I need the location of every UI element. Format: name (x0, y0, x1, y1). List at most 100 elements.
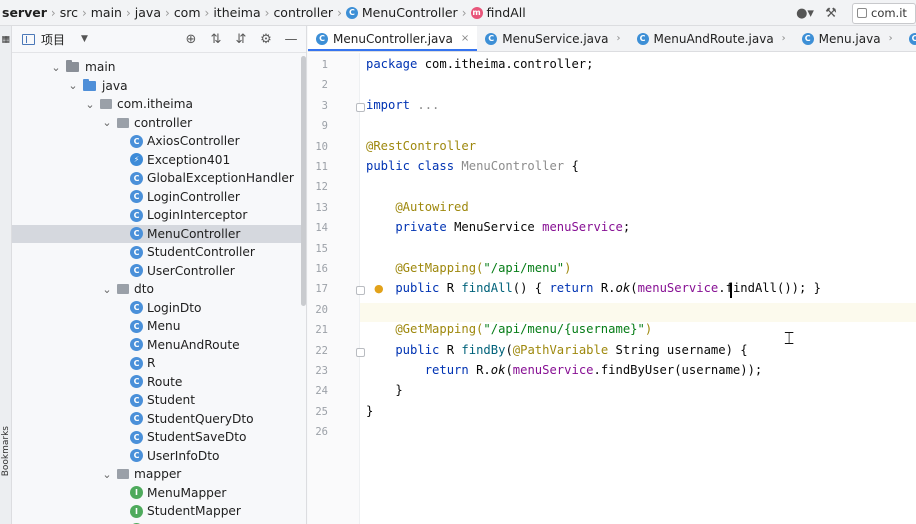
tree-file-row[interactable]: I StudentMapper (12, 502, 306, 521)
tree-item-label: Exception401 (147, 152, 231, 167)
tree-file-row[interactable]: I MenuMapper (12, 484, 306, 503)
tree-file-row[interactable]: CR (12, 354, 306, 373)
tree-file-row[interactable]: C MenuAndRoute (12, 336, 306, 355)
breadcrumb-item[interactable]: server (2, 5, 47, 20)
tree-file-row[interactable]: C StudentController (12, 243, 306, 262)
tree-folder-row[interactable]: ⌄ controller (12, 114, 306, 133)
editor-tab[interactable]: C MenuAndRoute.java › (629, 26, 794, 51)
code-token: ( (505, 342, 513, 357)
chevron-right-icon: › (616, 33, 621, 44)
tree-file-row[interactable]: C StudentQueryDto (12, 410, 306, 429)
hide-icon[interactable]: — (280, 30, 302, 50)
tree-file-row[interactable]: C LoginController (12, 188, 306, 207)
chevron-down-icon[interactable]: ⌄ (101, 116, 113, 129)
bookmarks-strip-label[interactable]: Bookmarks (1, 426, 11, 476)
tree-file-row[interactable]: C StudentSaveDto (12, 428, 306, 447)
breadcrumb-tools: ●▾ ⚒ com.it (790, 0, 916, 26)
breadcrumb-item[interactable]: itheima (213, 5, 260, 20)
tree-file-row[interactable]: C MenuController (12, 224, 306, 243)
locate-icon[interactable]: ⊕ (180, 30, 202, 50)
tree-item-label: StudentController (147, 245, 255, 260)
project-panel: 项目 ▼ ⊕ ⇅ ⇵ ⚙ — ⌄ main ⌄ java ⌄ com.itheima ⌄ co… (12, 26, 307, 524)
tree-file-row[interactable]: C Student (12, 391, 306, 410)
gear-icon[interactable]: ⚙ (255, 30, 277, 50)
method-icon: m (470, 6, 483, 19)
tree-file-row[interactable]: C LoginInterceptor (12, 206, 306, 225)
breadcrumb-separator-icon: › (50, 5, 56, 20)
editor-tab[interactable]: CRoute.› (901, 26, 916, 51)
breadcrumb-separator-icon: › (337, 5, 342, 20)
code-line: @RestController (366, 139, 476, 153)
tree-file-row[interactable]: C GlobalExceptionHandler (12, 169, 306, 188)
tree-file-row[interactable]: C UserInfoDto (12, 447, 306, 466)
collapse-all-icon[interactable]: ⇵ (230, 30, 252, 50)
tree-file-row[interactable]: C Route (12, 373, 306, 392)
chevron-down-icon[interactable]: ⌄ (101, 283, 113, 296)
class-icon: C (316, 32, 328, 45)
class-icon: C (130, 375, 143, 389)
editor-tab-label: MenuService.java (502, 31, 609, 46)
code-line: import ... (366, 98, 439, 112)
breadcrumb-item[interactable]: controller (273, 5, 333, 20)
tree-file-row[interactable]: C Menu (12, 317, 306, 336)
user-icon[interactable]: ●▾ (794, 2, 816, 24)
search-input[interactable]: com.it (852, 2, 916, 24)
class-icon: C (130, 264, 143, 278)
tree-file-row[interactable]: C AxiosController (12, 132, 306, 151)
code-token: ) (564, 261, 572, 275)
close-icon[interactable]: × (461, 33, 469, 44)
tree-folder-row[interactable]: ⌄ com.itheima (12, 95, 306, 114)
tree-item-label: controller (134, 115, 193, 130)
breadcrumb-item-label: itheima (213, 5, 261, 20)
code-line: return R.ok(menuService.findByUser(usern… (366, 363, 763, 377)
code-token: MenuService (454, 220, 543, 235)
class-icon: C (130, 171, 143, 185)
tree-folder-row[interactable]: ⌄ java (12, 77, 306, 96)
code-token: R (446, 342, 462, 357)
class-icon: C (130, 134, 143, 148)
tree-scrollbar[interactable] (301, 56, 306, 306)
breadcrumb-item-label: findAll (486, 5, 526, 20)
search-box-icon (857, 8, 867, 18)
code-token: } (366, 383, 403, 398)
tree-file-row[interactable]: C LoginDto (12, 299, 306, 318)
code-area[interactable]: ● package com.itheima.controller; import .… (308, 53, 916, 524)
breadcrumb-item[interactable]: java (135, 5, 161, 20)
chevron-down-icon[interactable]: ▼ (81, 34, 88, 44)
breadcrumb-item[interactable]: com (174, 5, 201, 20)
tree-folder-row[interactable]: ⌄ dto (12, 280, 306, 299)
tree-file-row[interactable]: IUserMapper (12, 521, 306, 524)
code-token: @GetMapping( (366, 322, 484, 337)
class-icon: C (801, 32, 814, 45)
class-icon: C (636, 32, 649, 45)
breadcrumb-item[interactable]: m findAll (470, 5, 526, 20)
chevron-right-icon: › (781, 33, 786, 44)
chevron-down-icon[interactable]: ⌄ (84, 98, 96, 111)
expand-all-icon[interactable]: ⇅ (205, 30, 227, 50)
chevron-down-icon[interactable]: ⌄ (50, 61, 62, 74)
breadcrumb-item-label: server (2, 5, 47, 20)
breadcrumb-item[interactable]: main (91, 5, 122, 20)
editor-tab[interactable]: C Menu.java › (794, 26, 901, 51)
tree-file-row[interactable]: ⚡ Exception401 (12, 151, 306, 170)
chevron-down-icon[interactable]: ⌄ (67, 79, 79, 92)
breadcrumb-item[interactable]: src (60, 5, 78, 20)
code-line: } (366, 404, 373, 418)
editor-tab[interactable]: C MenuController.java × (308, 26, 478, 51)
project-panel-title[interactable]: 项目 (41, 31, 65, 48)
tree-folder-row[interactable]: ⌄ mapper (12, 465, 306, 484)
hammer-icon[interactable]: ⚒ (820, 2, 842, 24)
code-line: @GetMapping("/api/menu") (366, 261, 571, 275)
breadcrumb-item[interactable]: C MenuController (345, 5, 458, 20)
code-line: } (366, 383, 403, 398)
project-strip-icon[interactable]: ▦ (1, 34, 11, 44)
code-token: String username) { (615, 342, 748, 357)
tree-folder-row[interactable]: ⌄ main (12, 58, 306, 77)
tree-item-label: LoginDto (147, 300, 202, 315)
code-token: ( (505, 363, 513, 377)
tree-file-row[interactable]: C UserController (12, 262, 306, 281)
editor-tab[interactable]: C MenuService.java › (477, 26, 628, 51)
tree-item-label: LoginInterceptor (147, 208, 248, 223)
tree-item-label: UserInfoDto (147, 448, 220, 463)
chevron-down-icon[interactable]: ⌄ (101, 468, 113, 481)
